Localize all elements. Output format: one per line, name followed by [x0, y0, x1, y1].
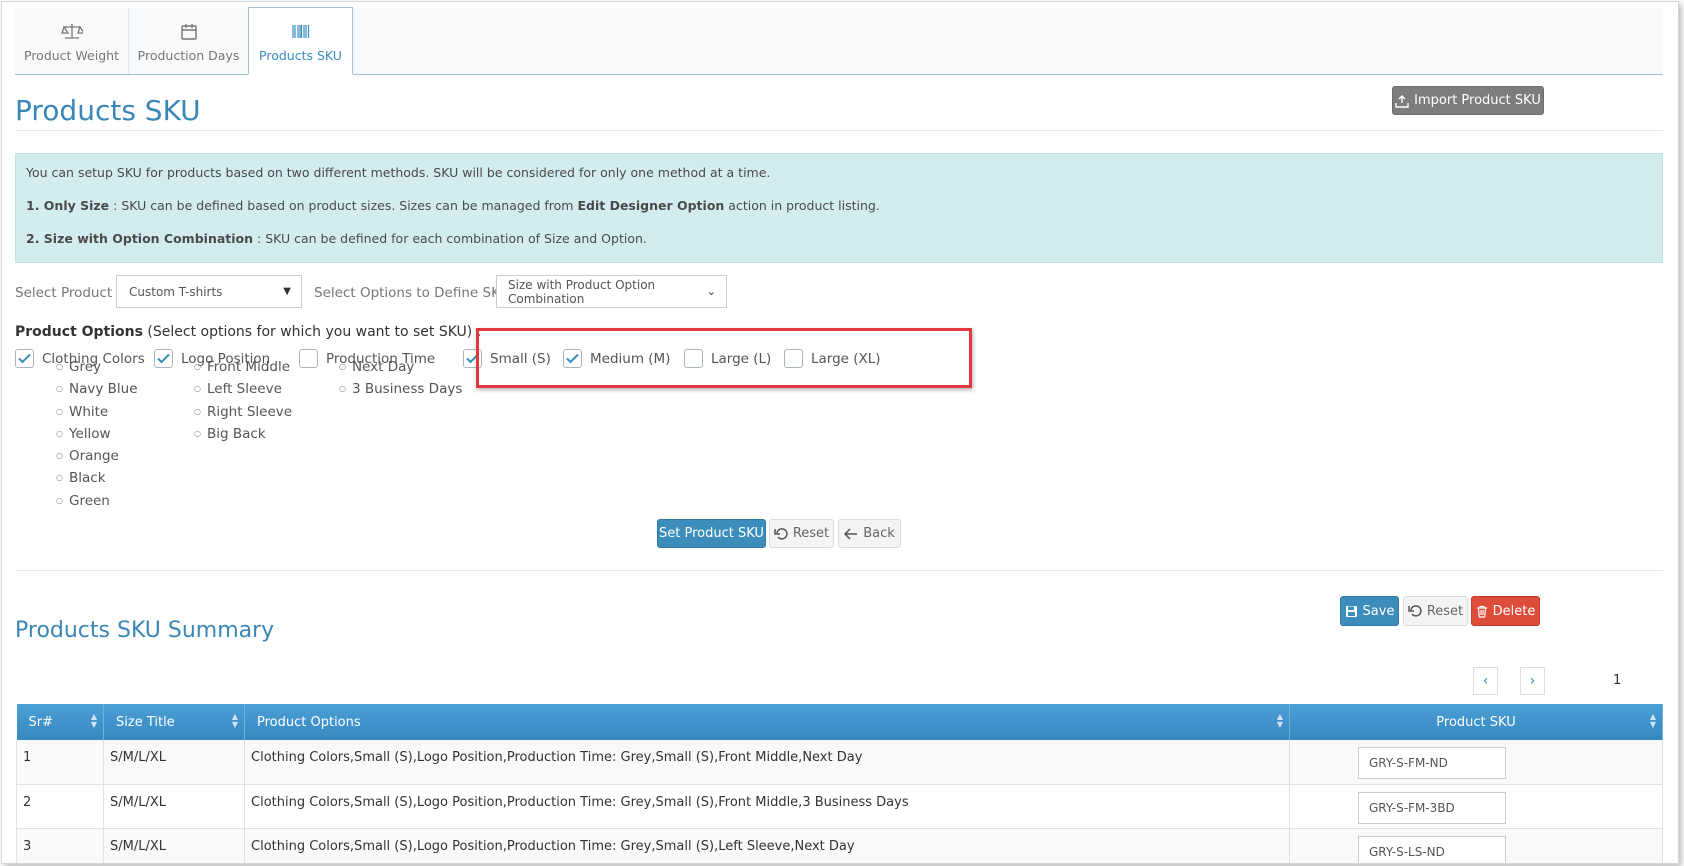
sort-icon[interactable]: ▲ ▼	[1650, 713, 1656, 729]
list-item: Right Sleeve	[194, 402, 292, 424]
divider	[15, 570, 1663, 571]
divider	[15, 130, 1663, 131]
select-options-label: Select Options to Define SKU	[314, 285, 510, 301]
reset-button[interactable]: Reset	[769, 519, 834, 548]
summary-reset-button[interactable]: Reset	[1403, 596, 1468, 626]
list-item: Grey	[56, 357, 138, 379]
list-item: Big Back	[194, 424, 292, 446]
tab-product-weight[interactable]: Product Weight	[15, 8, 129, 74]
trash-icon	[1476, 605, 1487, 618]
table-row: 3 S/M/L/XL Clothing Colors,Small (S),Log…	[16, 828, 1663, 863]
list-item: Yellow	[56, 424, 138, 446]
column-header-sr[interactable]: Sr# ▲ ▼	[16, 704, 104, 740]
cell-product-sku	[1289, 784, 1663, 829]
list-item: White	[56, 402, 138, 424]
cell-product-options: Clothing Colors,Small (S),Logo Position,…	[244, 740, 1290, 785]
cell-product-options: Clothing Colors,Small (S),Logo Position,…	[244, 784, 1290, 829]
sort-icon[interactable]: ▲ ▼	[232, 713, 238, 729]
sort-icon[interactable]: ▲ ▼	[1277, 713, 1283, 729]
barcode-icon	[291, 25, 309, 38]
production-time-list: Next Day 3 Business Days	[299, 357, 462, 402]
cell-product-sku	[1289, 740, 1663, 785]
summary-title: Products SKU Summary	[15, 618, 275, 643]
sku-input[interactable]	[1358, 791, 1506, 824]
tab-products-sku[interactable]: Products SKU	[248, 7, 353, 75]
info-line-2: 1. Only Size : SKU can be defined based …	[26, 198, 880, 213]
scale-icon	[60, 24, 83, 39]
cell-sr: 1	[16, 740, 104, 785]
undo-icon	[1408, 605, 1422, 617]
info-line-3: 2. Size with Option Combination : SKU ca…	[26, 231, 647, 246]
page-title: Products SKU	[15, 94, 201, 127]
list-item: Black	[56, 468, 138, 490]
cell-size-title: S/M/L/XL	[103, 828, 245, 863]
info-line-1: You can setup SKU for products based on …	[26, 165, 771, 180]
product-options-heading: Product Options (Select options for whic…	[15, 324, 482, 340]
pagination-prev-button[interactable]: ‹	[1473, 667, 1498, 695]
select-options-dropdown[interactable]: Size with Product Option Combination ⌄	[496, 275, 727, 308]
pagination-current: 1	[1613, 673, 1622, 688]
import-product-sku-button[interactable]: Import Product SKU	[1392, 86, 1544, 115]
column-header-product-sku[interactable]: Product SKU ▲ ▼	[1289, 704, 1663, 740]
list-item: Orange	[56, 446, 138, 468]
cell-product-options: Clothing Colors,Small (S),Logo Position,…	[244, 828, 1290, 863]
list-item: Left Sleeve	[194, 379, 292, 401]
cell-product-sku	[1289, 828, 1663, 863]
sku-input[interactable]	[1358, 835, 1506, 863]
chevron-right-icon: ›	[1529, 673, 1536, 689]
app-window: Product Weight Production Days Products …	[1, 1, 1679, 864]
set-product-sku-button[interactable]: Set Product SKU	[657, 519, 766, 548]
floppy-disk-icon	[1345, 605, 1357, 617]
list-item: 3 Business Days	[339, 379, 462, 401]
cell-sr: 2	[16, 784, 104, 829]
delete-button[interactable]: Delete	[1471, 596, 1540, 626]
tab-production-days[interactable]: Production Days	[129, 8, 249, 74]
save-button[interactable]: Save	[1340, 596, 1399, 626]
sku-summary-table: Sr# ▲ ▼ Size Title ▲ ▼ Product Options ▲ ▼ Pro…	[16, 704, 1663, 863]
chevron-down-icon: ⌄	[706, 285, 716, 298]
caret-down-icon: ▼	[283, 286, 291, 297]
list-item: Green	[56, 491, 138, 513]
column-header-size-title[interactable]: Size Title ▲ ▼	[103, 704, 245, 740]
cell-sr: 3	[16, 828, 104, 863]
highlight-box	[476, 328, 972, 388]
tab-bar: Product Weight Production Days Products …	[15, 7, 1663, 75]
calendar-icon	[180, 24, 197, 40]
undo-icon	[774, 527, 788, 540]
chevron-left-icon: ‹	[1482, 673, 1489, 689]
cell-size-title: S/M/L/XL	[103, 784, 245, 829]
upload-icon	[1395, 94, 1409, 108]
select-product-label: Select Product	[15, 285, 113, 301]
sort-icon[interactable]: ▲ ▼	[91, 713, 97, 729]
column-header-product-options[interactable]: Product Options ▲ ▼	[244, 704, 1290, 740]
table-row: 2 S/M/L/XL Clothing Colors,Small (S),Log…	[16, 784, 1663, 829]
table-row: 1 S/M/L/XL Clothing Colors,Small (S),Log…	[16, 740, 1663, 785]
select-product-dropdown[interactable]: Custom T-shirts ▼	[116, 275, 302, 308]
back-button[interactable]: Back	[838, 519, 901, 548]
cell-size-title: S/M/L/XL	[103, 740, 245, 785]
clothing-colors-list: Grey Navy Blue White Yellow Orange Black…	[16, 357, 138, 513]
sku-input[interactable]	[1358, 747, 1506, 779]
list-item: Front Middle	[194, 357, 292, 379]
info-callout: You can setup SKU for products based on …	[15, 153, 1663, 263]
list-item: Next Day	[339, 357, 462, 379]
arrow-left-icon	[844, 527, 858, 540]
list-item: Navy Blue	[56, 379, 138, 401]
pagination-next-button[interactable]: ›	[1520, 667, 1545, 695]
logo-position-list: Front Middle Left Sleeve Right Sleeve Bi…	[154, 357, 292, 446]
table-header-row: Sr# ▲ ▼ Size Title ▲ ▼ Product Options ▲ ▼ Pro…	[16, 704, 1663, 740]
